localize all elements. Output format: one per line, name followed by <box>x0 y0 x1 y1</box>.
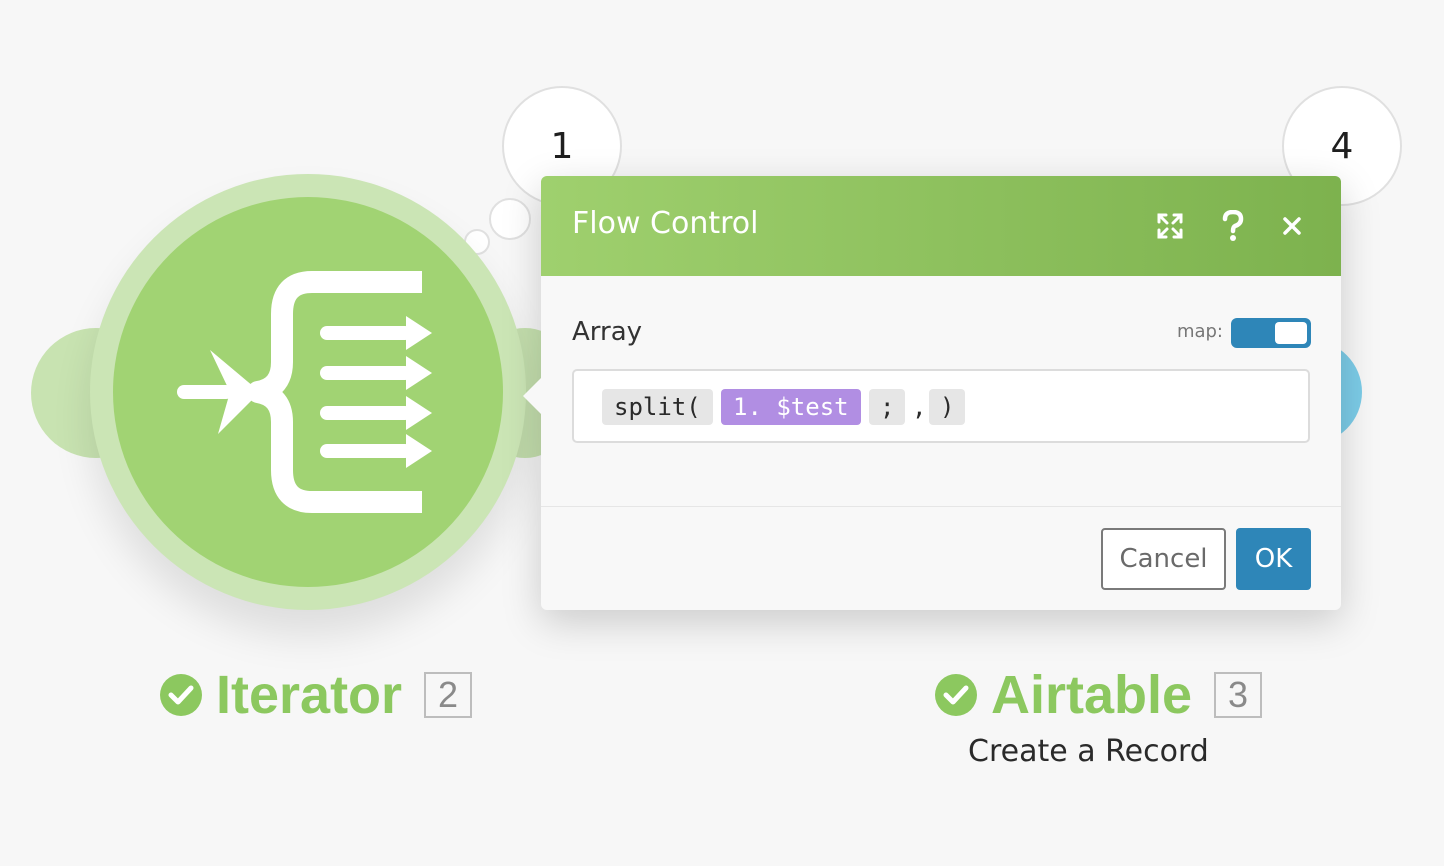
function-token-close[interactable]: ) <box>929 389 966 425</box>
variable-token[interactable]: 1. $test <box>721 389 861 425</box>
dialog-header: Flow Control <box>541 176 1341 276</box>
dialog-title: Flow Control <box>572 206 759 241</box>
bubble-tail-large <box>489 198 531 240</box>
airtable-action: Create a Record <box>968 734 1209 769</box>
airtable-name: Airtable <box>991 665 1193 725</box>
dialog-pointer <box>523 378 541 414</box>
airtable-module-id: 3 <box>1214 672 1263 718</box>
function-token-open[interactable]: split( <box>602 389 713 425</box>
iterator-module-id: 2 <box>424 672 473 718</box>
check-circle-icon <box>935 674 977 716</box>
airtable-label: Airtable 3 <box>935 664 1263 726</box>
map-toggle-knob <box>1275 322 1307 344</box>
check-circle-icon <box>160 674 202 716</box>
iterator-name: Iterator <box>216 665 403 725</box>
iterator-operations-count: 1 <box>550 125 574 167</box>
dialog-footer-divider <box>541 506 1341 507</box>
array-field-label: Array <box>572 317 643 347</box>
close-icon[interactable] <box>1272 206 1312 246</box>
iterator-label: Iterator 2 <box>160 664 473 726</box>
flow-control-dialog: Flow Control Array map: split(1. $test … <box>523 176 1341 610</box>
help-icon[interactable] <box>1213 206 1253 246</box>
map-toggle-label: map: <box>1176 321 1223 342</box>
scenario-canvas[interactable]: 1 4 Iterator 2 Airtable 3 Create a Recor… <box>0 0 1444 866</box>
argument-token[interactable]: ; <box>869 389 906 425</box>
expand-icon[interactable] <box>1150 206 1190 246</box>
ok-button[interactable]: OK <box>1236 528 1311 590</box>
array-input[interactable]: split( 1. $test ; , ) <box>572 369 1310 443</box>
iterator-icon <box>177 271 432 513</box>
separator-text: , <box>912 393 927 421</box>
cancel-button[interactable]: Cancel <box>1101 528 1226 590</box>
map-toggle[interactable] <box>1231 318 1311 348</box>
airtable-operations-count: 4 <box>1330 125 1354 167</box>
